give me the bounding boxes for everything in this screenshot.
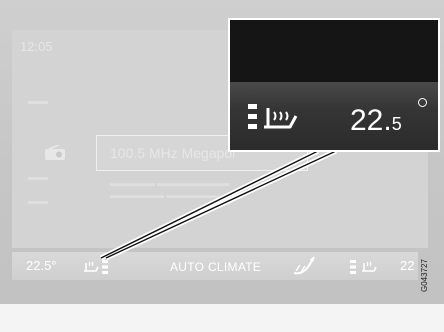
menu-item: ▬▬	[28, 172, 48, 183]
seat-heating-icon	[248, 104, 298, 129]
magnified-callout: 22.5	[228, 18, 440, 152]
station-info-line: ▬▬▬▬▬▬ ▬▬▬▬▬▬	[110, 190, 221, 200]
menu-item: ▬▬	[28, 96, 48, 107]
callout-top-area	[230, 20, 438, 82]
seat-heating-left-icon[interactable]	[80, 257, 114, 277]
callout-temp-whole: 22.	[350, 104, 392, 137]
figure-reference: G043727	[420, 259, 432, 332]
radio-station-label: 100.5 MHz Megapol	[110, 145, 236, 161]
menu-item: ▬▬	[28, 196, 48, 207]
auto-climate-label[interactable]: AUTO CLIMATE	[170, 260, 261, 274]
radio-icon	[45, 145, 65, 160]
driver-temperature[interactable]: 22.5°	[26, 258, 57, 273]
callout-temperature: 22.5	[350, 104, 402, 138]
degree-symbol	[418, 98, 427, 107]
station-info-line: ▬▬▬▬▬ ▬▬▬▬▬▬▬▬	[110, 178, 230, 188]
fan-icon[interactable]	[288, 255, 318, 277]
passenger-temperature[interactable]: 22	[400, 258, 418, 273]
callout-temp-decimal: 5	[391, 114, 402, 134]
figure-code: G043727	[420, 259, 429, 292]
seat-heating-right-icon[interactable]	[346, 257, 380, 277]
clock: 12:05	[20, 39, 53, 54]
